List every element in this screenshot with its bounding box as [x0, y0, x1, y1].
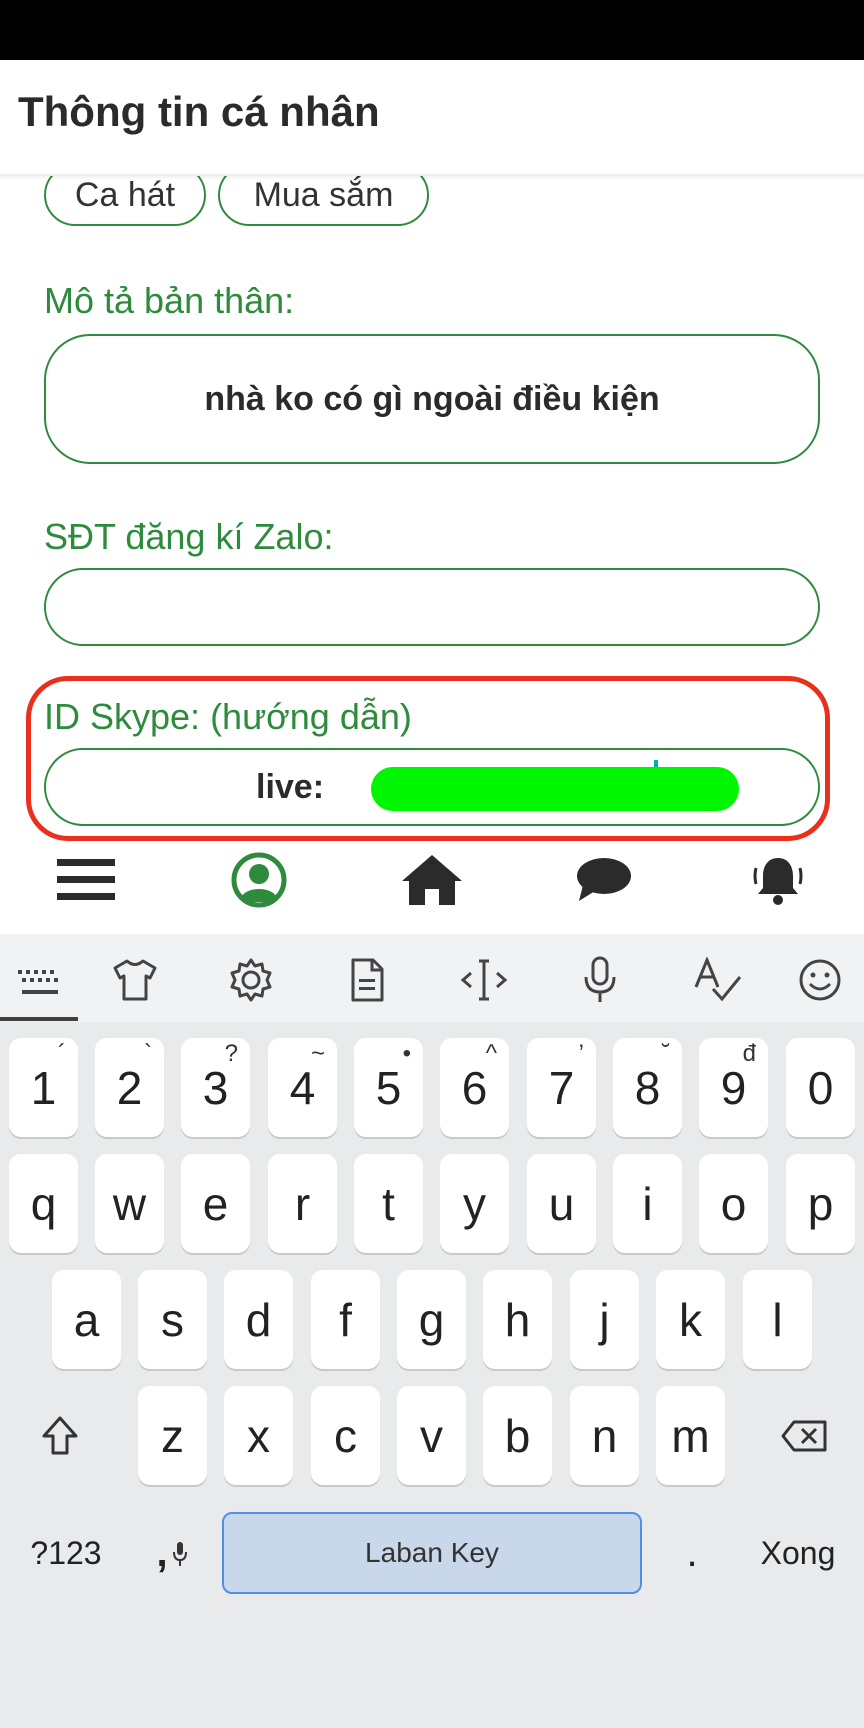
key-9[interactable]: 9đ: [699, 1038, 768, 1137]
spellcheck-icon[interactable]: [692, 954, 744, 1006]
comma-label: ,: [156, 1531, 168, 1575]
zalo-phone-label: SĐT đăng kí Zalo:: [44, 516, 334, 557]
key-g[interactable]: g: [397, 1270, 466, 1369]
key-p[interactable]: p: [786, 1154, 855, 1253]
done-key[interactable]: Xong: [740, 1504, 856, 1603]
backspace-key[interactable]: [766, 1386, 842, 1485]
key-0[interactable]: 0: [786, 1038, 855, 1137]
zalo-phone-field[interactable]: [44, 568, 820, 646]
key-t[interactable]: t: [354, 1154, 423, 1253]
clipboard-icon[interactable]: [341, 954, 393, 1006]
key-z[interactable]: z: [138, 1386, 207, 1485]
key-8[interactable]: 8 ˘: [613, 1038, 682, 1137]
cursor-move-icon[interactable]: [458, 954, 510, 1006]
keyboard-toolbar: [0, 934, 864, 1022]
page-title: Thông tin cá nhân: [18, 88, 380, 135]
period-key[interactable]: .: [672, 1504, 712, 1603]
key-q[interactable]: q: [9, 1154, 78, 1253]
key-4[interactable]: 4 ~: [268, 1038, 337, 1137]
key-n[interactable]: n: [570, 1386, 639, 1485]
shirt-icon[interactable]: [109, 954, 161, 1006]
key-r[interactable]: r: [268, 1154, 337, 1253]
description-value: nhà ko có gì ngoài điều kiện: [204, 379, 660, 418]
key-d[interactable]: d: [224, 1270, 293, 1369]
interest-chip-singing[interactable]: Ca hát: [44, 176, 206, 226]
description-label: Mô tả bản thân:: [44, 280, 295, 321]
chat-icon[interactable]: [568, 844, 640, 916]
space-key[interactable]: Laban Key: [222, 1512, 642, 1594]
key-l[interactable]: l: [743, 1270, 812, 1369]
gear-icon[interactable]: [225, 954, 277, 1006]
menu-icon[interactable]: [50, 844, 122, 916]
key-k[interactable]: k: [656, 1270, 725, 1369]
mic-icon[interactable]: [574, 954, 626, 1006]
home-icon[interactable]: [396, 844, 468, 916]
key-f[interactable]: f: [311, 1270, 380, 1369]
key-b[interactable]: b: [483, 1386, 552, 1485]
shift-key[interactable]: [22, 1386, 98, 1485]
bell-icon[interactable]: [742, 844, 814, 916]
key-i[interactable]: i: [613, 1154, 682, 1253]
key-a[interactable]: a: [52, 1270, 121, 1369]
key-3[interactable]: 3?: [181, 1038, 250, 1137]
key-2[interactable]: 2 `: [95, 1038, 164, 1137]
interest-chip-shopping[interactable]: Mua sắm: [218, 176, 429, 226]
key-5[interactable]: 5 •: [354, 1038, 423, 1137]
key-1[interactable]: 1 ´: [9, 1038, 78, 1137]
key-v[interactable]: v: [397, 1386, 466, 1485]
key-6[interactable]: 6 ^: [440, 1038, 509, 1137]
key-s[interactable]: s: [138, 1270, 207, 1369]
key-c[interactable]: c: [311, 1386, 380, 1485]
key-u[interactable]: u: [527, 1154, 596, 1253]
key-y[interactable]: y: [440, 1154, 509, 1253]
key-e[interactable]: e: [181, 1154, 250, 1253]
keyboard: 1 ´ 2 ` 3? 4 ~ 5 • 6 ^ 7’ 8 ˘ 9đ 0 q w e r t y…: [0, 934, 864, 1728]
key-w[interactable]: w: [95, 1154, 164, 1253]
key-h[interactable]: h: [483, 1270, 552, 1369]
key-7[interactable]: 7’: [527, 1038, 596, 1137]
status-bar: [0, 0, 864, 60]
small-mic-icon: [172, 1541, 187, 1566]
app-header: Thông tin cá nhân: [0, 60, 864, 176]
profile-icon[interactable]: [223, 844, 295, 916]
key-o[interactable]: o: [699, 1154, 768, 1253]
key-x[interactable]: x: [224, 1386, 293, 1485]
emoji-icon[interactable]: [794, 954, 846, 1006]
description-field[interactable]: nhà ko có gì ngoài điều kiện: [44, 334, 820, 464]
key-m[interactable]: m: [656, 1386, 725, 1485]
highlight-annotation: [26, 676, 830, 841]
bottom-nav: [0, 826, 864, 934]
comma-mic-key[interactable]: ,: [144, 1504, 200, 1603]
keyboard-icon[interactable]: [13, 954, 65, 1006]
key-j[interactable]: j: [570, 1270, 639, 1369]
toolbar-active-indicator: [0, 1017, 78, 1021]
symbols-key[interactable]: ?123: [18, 1504, 114, 1603]
